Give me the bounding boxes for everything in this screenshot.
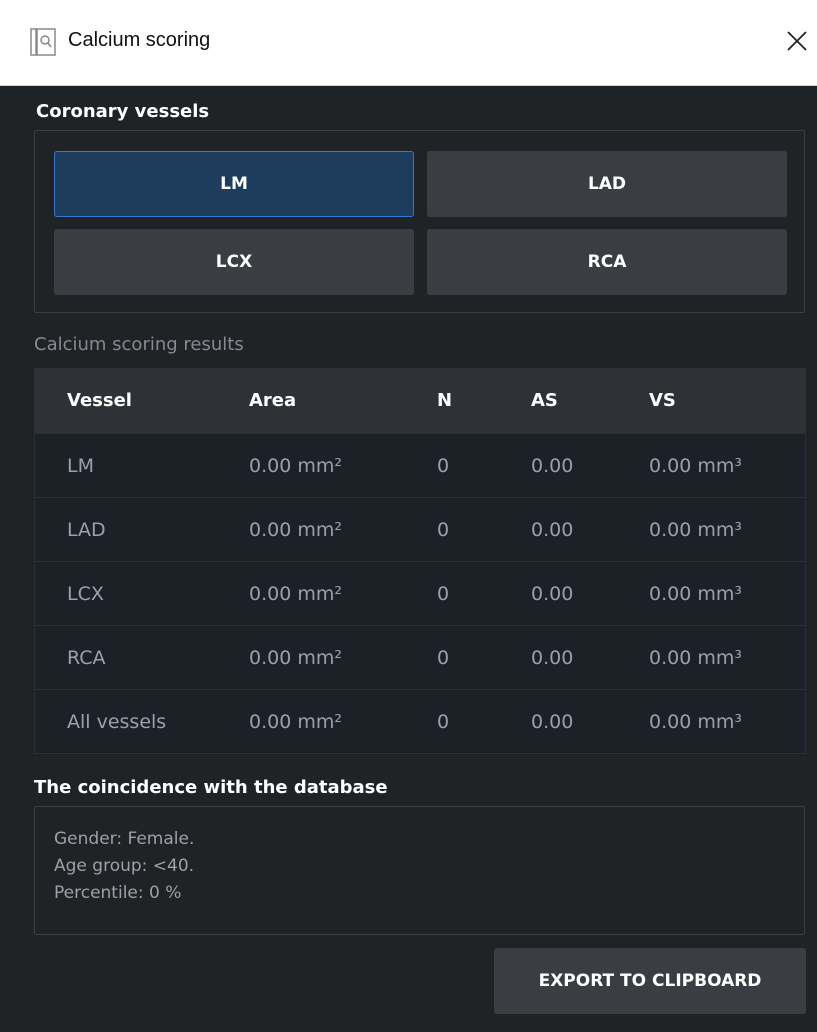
window-title: Calcium scoring (68, 29, 211, 51)
age-group-text: Age group: <40. (54, 856, 195, 876)
cell-vessel: LAD (67, 519, 106, 541)
table-row: LCX 0.00 mm² 0 0.00 0.00 mm³ (35, 561, 805, 625)
cell-area: 0.00 mm² (249, 711, 342, 733)
title-bar: Calcium scoring (0, 0, 817, 86)
cell-vessel: LCX (67, 583, 104, 605)
coronary-vessels-heading: Coronary vessels (36, 101, 210, 122)
column-header-area: Area (249, 390, 297, 411)
vessel-button-lm[interactable]: LM (54, 151, 414, 217)
cell-n: 0 (437, 583, 450, 605)
cell-as: 0.00 (531, 583, 574, 605)
cell-area: 0.00 mm² (249, 519, 342, 541)
cell-n: 0 (437, 647, 450, 669)
close-icon[interactable] (786, 28, 808, 54)
cell-as: 0.00 (531, 711, 574, 733)
cell-n: 0 (437, 455, 450, 477)
calcium-scoring-icon (30, 28, 56, 56)
percentile-text: Percentile: 0 % (54, 883, 182, 903)
column-header-vs: VS (649, 390, 676, 411)
cell-vessel: LM (67, 455, 94, 477)
cell-area: 0.00 mm² (249, 455, 342, 477)
column-header-as: AS (531, 390, 558, 411)
table-row: LAD 0.00 mm² 0 0.00 0.00 mm³ (35, 497, 805, 561)
cell-vessel: RCA (67, 647, 106, 669)
cell-as: 0.00 (531, 455, 574, 477)
cell-vs: 0.00 mm³ (649, 583, 742, 605)
gender-text: Gender: Female. (54, 829, 195, 849)
column-header-vessel: Vessel (67, 390, 132, 411)
vessel-button-lad[interactable]: LAD (427, 151, 787, 217)
table-row: RCA 0.00 mm² 0 0.00 0.00 mm³ (35, 625, 805, 689)
cell-vs: 0.00 mm³ (649, 455, 742, 477)
cell-as: 0.00 (531, 647, 574, 669)
table-row: All vessels 0.00 mm² 0 0.00 0.00 mm³ (35, 689, 805, 753)
cell-n: 0 (437, 519, 450, 541)
export-to-clipboard-button[interactable]: EXPORT TO CLIPBOARD (494, 948, 806, 1014)
database-heading: The coincidence with the database (34, 777, 388, 798)
column-header-n: N (437, 390, 453, 411)
cell-vs: 0.00 mm³ (649, 711, 742, 733)
cell-vs: 0.00 mm³ (649, 519, 742, 541)
vessel-selector: LM LAD LCX RCA (34, 130, 805, 313)
cell-as: 0.00 (531, 519, 574, 541)
table-row: LM 0.00 mm² 0 0.00 0.00 mm³ (35, 433, 805, 497)
database-info: Gender: Female. Age group: <40. Percenti… (34, 806, 805, 935)
cell-n: 0 (437, 711, 450, 733)
cell-vs: 0.00 mm³ (649, 647, 742, 669)
vessel-button-lcx[interactable]: LCX (54, 229, 414, 295)
table-header: Vessel Area N AS VS (35, 369, 805, 433)
cell-area: 0.00 mm² (249, 583, 342, 605)
results-heading: Calcium scoring results (34, 334, 244, 355)
cell-vessel: All vessels (67, 711, 167, 733)
vessel-button-rca[interactable]: RCA (427, 229, 787, 295)
results-table: Vessel Area N AS VS LM 0.00 mm² 0 0.00 0… (34, 368, 806, 754)
cell-area: 0.00 mm² (249, 647, 342, 669)
